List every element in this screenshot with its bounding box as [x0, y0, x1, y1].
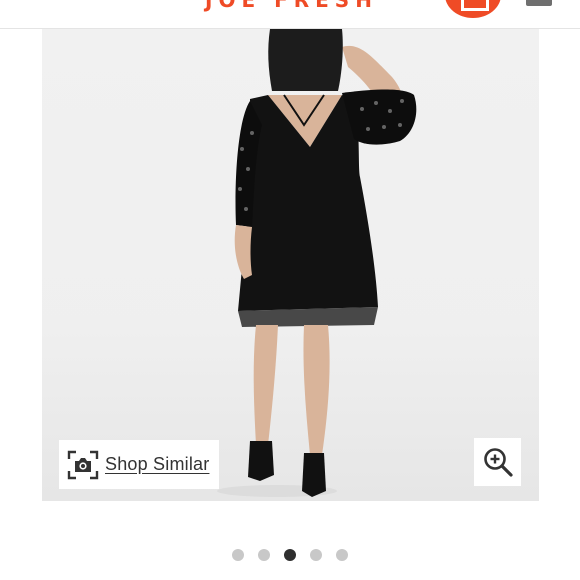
- carousel-dot-1[interactable]: [232, 549, 244, 561]
- top-bar: JOE FRESH: [0, 0, 580, 29]
- zoom-in-icon: [483, 448, 513, 477]
- barcode-scan-icon: [461, 0, 489, 11]
- scan-button[interactable]: [445, 0, 501, 18]
- product-image[interactable]: [42, 29, 539, 501]
- carousel-dot-2[interactable]: [258, 549, 270, 561]
- menu-icon[interactable]: [526, 0, 552, 6]
- shop-similar-label: Shop Similar: [105, 454, 210, 474]
- camera-icon: [67, 450, 99, 479]
- carousel-dot-3[interactable]: [284, 549, 296, 561]
- shop-similar-button[interactable]: Shop Similar: [59, 440, 219, 489]
- carousel-indicators: [0, 549, 580, 561]
- model-figure: [42, 29, 539, 501]
- brand-logo[interactable]: JOE FRESH: [205, 0, 378, 12]
- carousel-dot-5[interactable]: [336, 549, 348, 561]
- zoom-button[interactable]: [474, 438, 521, 486]
- carousel-dot-4[interactable]: [310, 549, 322, 561]
